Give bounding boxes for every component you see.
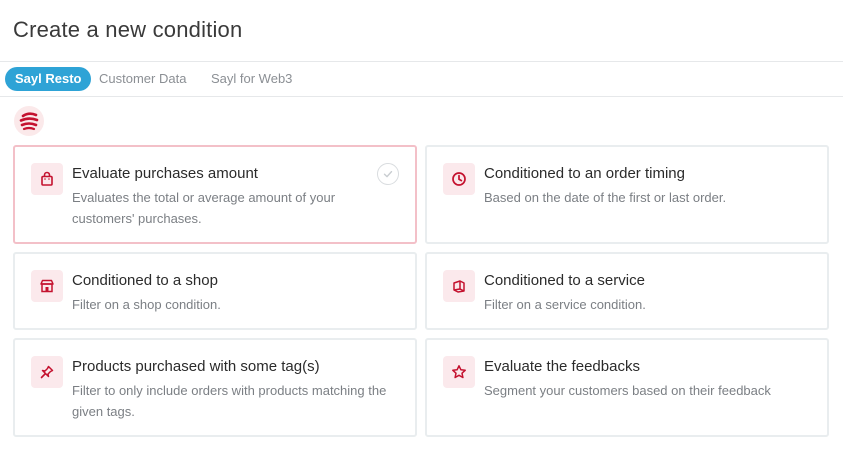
tab-bar: Sayl Resto Customer Data Sayl for Web3 — [0, 61, 843, 97]
tab-customer-data[interactable]: Customer Data — [89, 67, 196, 91]
pin-icon — [31, 356, 63, 388]
card-description: Filter to only include orders with produ… — [72, 383, 387, 419]
card-title: Evaluate purchases amount — [72, 165, 258, 182]
condition-card-order-timing[interactable]: Conditioned to an order timing Based on … — [425, 145, 829, 244]
tab-sayl-for-web3[interactable]: Sayl for Web3 — [201, 67, 302, 91]
condition-card-purchases-amount[interactable]: Evaluate purchases amount Evaluates the … — [13, 145, 417, 244]
star-icon — [443, 356, 475, 388]
card-description: Based on the date of the first or last o… — [484, 190, 727, 205]
card-title: Conditioned to a shop — [72, 272, 218, 289]
shopping-bag-icon — [31, 163, 63, 195]
card-title: Conditioned to an order timing — [484, 165, 685, 182]
service-icon — [443, 270, 475, 302]
card-description: Segment your customers based on their fe… — [484, 383, 771, 398]
clock-icon — [443, 163, 475, 195]
card-title: Products purchased with some tag(s) — [72, 358, 320, 375]
card-description: Filter on a service condition. — [484, 297, 646, 312]
condition-card-feedbacks[interactable]: Evaluate the feedbacks Segment your cust… — [425, 338, 829, 437]
condition-card-service[interactable]: Conditioned to a service Filter on a ser… — [425, 252, 829, 330]
card-title: Evaluate the feedbacks — [484, 358, 640, 375]
condition-card-shop[interactable]: Conditioned to a shop Filter on a shop c… — [13, 252, 417, 330]
card-title: Conditioned to a service — [484, 272, 645, 289]
card-description: Filter on a shop condition. — [72, 297, 221, 312]
shop-icon — [31, 270, 63, 302]
selected-check-icon — [377, 163, 399, 185]
sayl-resto-logo — [14, 106, 44, 136]
tab-sayl-resto[interactable]: Sayl Resto — [5, 67, 92, 91]
condition-card-product-tags[interactable]: Products purchased with some tag(s) Filt… — [13, 338, 417, 437]
card-description: Evaluates the total or average amount of… — [72, 190, 336, 226]
page-title: Create a new condition — [13, 17, 243, 42]
